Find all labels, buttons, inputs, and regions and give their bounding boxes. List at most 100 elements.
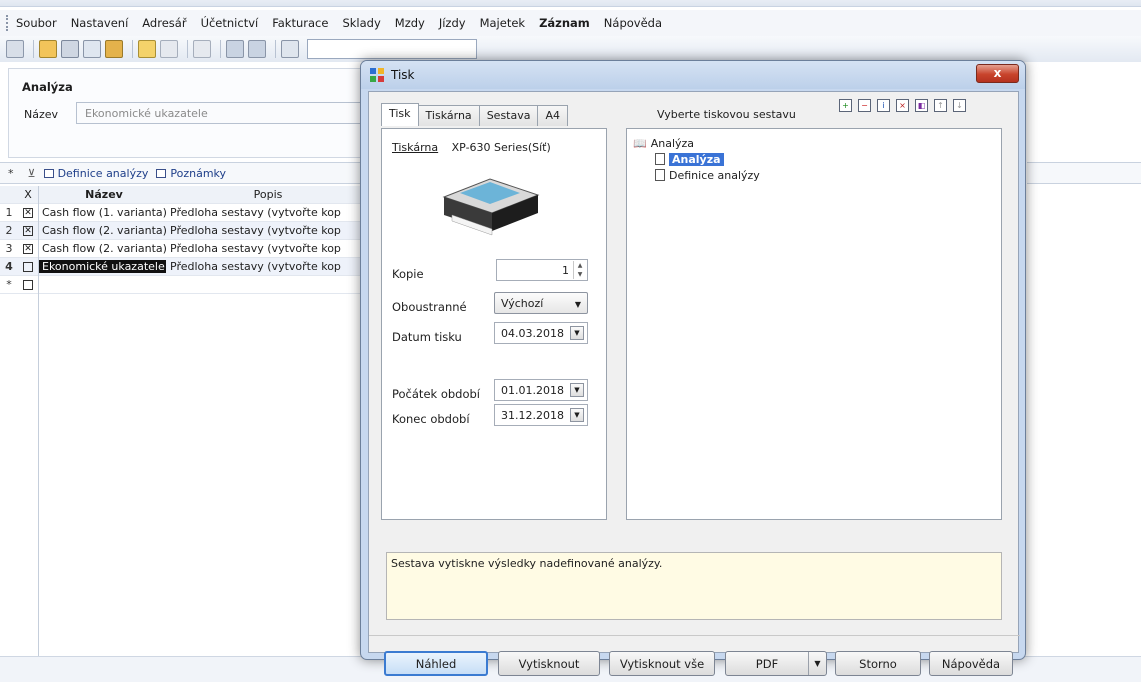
table-row[interactable]: 1 ✕ Cash flow (1. varianta) Předloha ses… bbox=[0, 204, 370, 222]
dialog-body: Tisk Tiskárna Sestava A4 Vyberte tiskovo… bbox=[368, 91, 1020, 676]
menu-napoveda[interactable]: Nápověda bbox=[604, 16, 662, 30]
datum-input[interactable]: 04.03.2018 ▼ bbox=[494, 322, 588, 344]
tab-poznamky[interactable]: Poznámky bbox=[156, 167, 226, 180]
toolbar-combo[interactable] bbox=[307, 39, 477, 59]
row-checkbox[interactable]: ✕ bbox=[18, 207, 38, 218]
analyza-section: Analýza Název Ekonomické ukazatele P bbox=[12, 76, 372, 156]
tree-item-label: Definice analýzy bbox=[669, 168, 760, 182]
datum-value: 04.03.2018 bbox=[501, 326, 564, 340]
remove-icon[interactable]: − bbox=[858, 99, 871, 112]
menu-mzdy[interactable]: Mzdy bbox=[395, 16, 425, 30]
tab-sestava[interactable]: Sestava bbox=[478, 105, 539, 126]
delete-icon[interactable]: × bbox=[896, 99, 909, 112]
tab-tiskarna[interactable]: Tiskárna bbox=[417, 105, 480, 126]
folder-icon[interactable] bbox=[105, 40, 123, 58]
printer-name: XP-630 Series(Síť) bbox=[451, 141, 551, 154]
tree-item-definice[interactable]: Definice analýzy bbox=[633, 167, 995, 183]
menu-jizdy[interactable]: Jízdy bbox=[439, 16, 466, 30]
grid-tabs-right bbox=[1027, 162, 1141, 184]
oboustranne-value: Výchozí bbox=[501, 296, 544, 310]
tree-item-analyza[interactable]: Analýza bbox=[633, 151, 995, 167]
col-x[interactable]: X bbox=[18, 188, 38, 201]
menu-soubor[interactable]: Soubor bbox=[16, 16, 57, 30]
konec-input[interactable]: 31.12.2018 ▼ bbox=[494, 404, 588, 426]
copy-icon[interactable] bbox=[281, 40, 299, 58]
napoveda-button[interactable]: Nápověda bbox=[929, 651, 1013, 676]
row-checkbox[interactable] bbox=[18, 261, 38, 272]
storno-button[interactable]: Storno bbox=[835, 651, 921, 676]
tab-definice-analyzy[interactable]: Definice analýzy bbox=[43, 166, 149, 180]
table-row[interactable]: 3 ✕ Cash flow (2. varianta) Předloha ses… bbox=[0, 240, 370, 258]
pdf-button[interactable]: PDF ▼ bbox=[725, 651, 827, 676]
move-up-icon[interactable]: ↑ bbox=[934, 99, 947, 112]
tree-root[interactable]: 📖 Analýza bbox=[633, 135, 995, 151]
nazev-field[interactable]: Ekonomické ukazatele bbox=[76, 102, 366, 124]
save-all-icon[interactable] bbox=[248, 40, 266, 58]
tab-definice-label: Definice analýzy bbox=[57, 166, 149, 180]
row-desc: Předloha sestavy (vytvořte kop bbox=[170, 206, 341, 219]
toolbar-separator bbox=[187, 40, 188, 58]
table-row[interactable]: 2 ✕ Cash flow (2. varianta) Předloha ses… bbox=[0, 222, 370, 240]
new-record-icon[interactable] bbox=[138, 40, 156, 58]
app-logo-icon bbox=[370, 68, 384, 82]
vytisknout-vse-button[interactable]: Vytisknout vše bbox=[609, 651, 715, 676]
menu-fakturace[interactable]: Fakturace bbox=[272, 16, 328, 30]
preview-icon[interactable] bbox=[83, 40, 101, 58]
table-row[interactable]: 4 Ekonomické ukazatele Předloha sestavy … bbox=[0, 258, 370, 276]
tab-poznamky-label: Poznámky bbox=[170, 166, 227, 180]
report-tree: 📖 Analýza Analýza Definice analýzy bbox=[626, 128, 1002, 520]
row-number: 2 bbox=[5, 224, 13, 237]
back-arrow-icon[interactable] bbox=[193, 40, 211, 58]
exit-icon[interactable] bbox=[6, 40, 24, 58]
info-icon[interactable]: i bbox=[877, 99, 890, 112]
oboustranne-select[interactable]: Výchozí ▼ bbox=[494, 292, 588, 314]
row-checkbox[interactable]: ✕ bbox=[18, 243, 38, 254]
datum-dropdown-icon[interactable]: ▼ bbox=[570, 326, 584, 340]
save-icon[interactable] bbox=[226, 40, 244, 58]
close-button[interactable]: x bbox=[976, 64, 1019, 83]
tisk-tab-pane: Tiskárna XP-630 Series(Síť) Kopie 1 ▲ ▼ O… bbox=[381, 128, 607, 520]
note-icon bbox=[156, 168, 167, 178]
menu-sklady[interactable]: Sklady bbox=[342, 16, 380, 30]
row-desc: Předloha sestavy (vytvořte kop bbox=[170, 224, 341, 237]
menu-zaznam[interactable]: Záznam bbox=[539, 16, 590, 30]
table-row-new[interactable]: * bbox=[0, 276, 370, 294]
konec-label: Konec období bbox=[392, 412, 470, 426]
analyses-grid: X Název Popis 1 ✕ Cash flow (1. varianta… bbox=[0, 186, 370, 294]
col-popis[interactable]: Popis bbox=[166, 188, 366, 201]
row-name: Ekonomické ukazatele bbox=[38, 260, 166, 273]
toolbar-separator bbox=[275, 40, 276, 58]
row-number: 4 bbox=[5, 260, 13, 273]
grid-tabs: * ⊻ Definice analýzy Poznámky bbox=[0, 162, 370, 184]
menu-adresar[interactable]: Adresář bbox=[142, 16, 186, 30]
copy-report-icon[interactable]: ◧ bbox=[915, 99, 928, 112]
tab-a4[interactable]: A4 bbox=[537, 105, 569, 126]
col-nazev[interactable]: Název bbox=[38, 188, 166, 201]
tab-tisk[interactable]: Tisk bbox=[381, 103, 419, 126]
pocatek-dropdown-icon[interactable]: ▼ bbox=[570, 383, 584, 397]
nahled-button[interactable]: Náhled bbox=[384, 651, 488, 676]
konec-dropdown-icon[interactable]: ▼ bbox=[570, 408, 584, 422]
kopie-input[interactable]: 1 ▲ ▼ bbox=[496, 259, 588, 281]
pdf-dropdown-icon[interactable]: ▼ bbox=[808, 652, 826, 675]
row-checkbox[interactable]: ✕ bbox=[18, 225, 38, 236]
add-icon[interactable]: + bbox=[839, 99, 852, 112]
menu-ucetnictvi[interactable]: Účetnictví bbox=[201, 16, 259, 30]
dialog-titlebar[interactable]: Tisk x bbox=[361, 61, 1025, 89]
filter-icon[interactable]: ⊻ bbox=[28, 167, 36, 180]
check-icon[interactable] bbox=[160, 40, 178, 58]
pocatek-input[interactable]: 01.01.2018 ▼ bbox=[494, 379, 588, 401]
print-icon[interactable] bbox=[61, 40, 79, 58]
printer-icon bbox=[442, 178, 540, 236]
kopie-spinner[interactable]: ▲ ▼ bbox=[573, 261, 586, 279]
row-checkbox[interactable] bbox=[18, 279, 38, 290]
vytisknout-button[interactable]: Vytisknout bbox=[498, 651, 600, 676]
konec-value: 31.12.2018 bbox=[501, 408, 564, 422]
toolbar bbox=[0, 36, 1141, 62]
menu-nastaveni[interactable]: Nastavení bbox=[71, 16, 129, 30]
grid-header: X Název Popis bbox=[0, 186, 370, 204]
move-down-icon[interactable]: ↓ bbox=[953, 99, 966, 112]
printer-link[interactable]: Tiskárna bbox=[392, 141, 438, 154]
report-icon[interactable] bbox=[39, 40, 57, 58]
menu-majetek[interactable]: Majetek bbox=[480, 16, 525, 30]
